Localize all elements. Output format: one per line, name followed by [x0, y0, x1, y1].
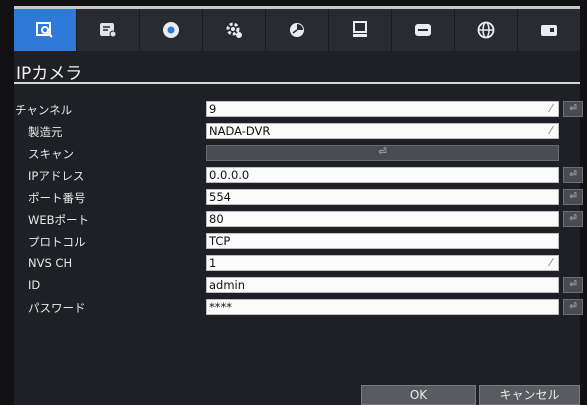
web-port-label: WEBポート [28, 213, 90, 227]
row-port: ポート番号 554 ⏎ [0, 189, 587, 207]
nvs-ch-label: NVS CH [28, 256, 73, 270]
ip-value: 0.0.0.0 [209, 168, 250, 182]
channel-apply-button[interactable]: ⏎ [563, 101, 583, 117]
dialog-frame: IPカメラ チャンネル 9 ⁄ ⏎ 製造元 NADA-DVR ⁄ スキャン ⏎ … [0, 0, 587, 405]
id-value: admin [209, 278, 246, 292]
maker-value: NADA-DVR [209, 124, 271, 138]
ip-field[interactable]: 0.0.0.0 [206, 167, 559, 183]
nvs-ch-field[interactable]: 1 ⁄ [206, 255, 559, 271]
password-value: **** [209, 300, 232, 314]
port-field[interactable]: 554 [206, 189, 559, 205]
port-apply-button[interactable]: ⏎ [563, 189, 583, 205]
record-settings-icon[interactable] [77, 9, 140, 51]
display-icon[interactable] [392, 9, 455, 51]
nvs-ch-value: 1 [209, 256, 217, 270]
ip-apply-button[interactable]: ⏎ [563, 167, 583, 183]
ok-button[interactable]: OK [361, 385, 476, 405]
row-password: パスワード **** ⏎ [0, 299, 587, 317]
row-protocol: プロトコル TCP [0, 233, 587, 251]
password-field[interactable]: **** [206, 299, 559, 315]
id-label: ID [28, 278, 41, 292]
row-nvs-ch: NVS CH 1 ⁄ [0, 255, 587, 273]
title-divider [14, 82, 580, 84]
cancel-button[interactable]: キャンセル [479, 385, 580, 405]
ip-label: IPアドレス [28, 169, 85, 183]
edit-icon: ⁄ [550, 102, 552, 115]
web-port-field[interactable]: 80 [206, 211, 559, 227]
page-title: IPカメラ [16, 64, 83, 84]
channel-label: チャンネル [15, 103, 73, 117]
scan-label: スキャン [28, 147, 74, 161]
toolbar [14, 9, 580, 51]
row-ip: IPアドレス 0.0.0.0 ⏎ [0, 167, 587, 185]
settings-gear-icon[interactable] [203, 9, 266, 51]
system-icon[interactable] [518, 9, 580, 51]
camera-search-icon[interactable] [14, 9, 77, 51]
scan-button[interactable]: ⏎ [206, 145, 559, 161]
schedule-clock-icon[interactable] [266, 9, 329, 51]
row-web-port: WEBポート 80 ⏎ [0, 211, 587, 229]
protocol-field[interactable]: TCP [206, 233, 559, 249]
row-id: ID admin ⏎ [0, 277, 587, 295]
edit-icon: ⁄ [550, 124, 552, 137]
password-label: パスワード [28, 301, 86, 315]
row-channel: チャンネル 9 ⁄ ⏎ [0, 101, 587, 119]
web-port-value: 80 [209, 212, 224, 226]
protocol-value: TCP [209, 234, 231, 248]
row-scan: スキャン ⏎ [0, 145, 587, 163]
edit-icon: ⁄ [550, 256, 552, 269]
channel-field[interactable]: 9 ⁄ [206, 101, 559, 117]
maker-label: 製造元 [28, 125, 63, 139]
protocol-label: プロトコル [28, 235, 86, 249]
network-computer-icon[interactable] [329, 9, 392, 51]
password-apply-button[interactable]: ⏎ [563, 299, 583, 315]
globe-icon[interactable] [455, 9, 518, 51]
port-value: 554 [209, 190, 231, 204]
web-port-apply-button[interactable]: ⏎ [563, 211, 583, 227]
id-field[interactable]: admin [206, 277, 559, 293]
maker-field[interactable]: NADA-DVR ⁄ [206, 123, 559, 139]
channel-value: 9 [209, 102, 217, 116]
row-maker: 製造元 NADA-DVR ⁄ [0, 123, 587, 141]
port-label: ポート番号 [28, 191, 86, 205]
record-icon[interactable] [140, 9, 203, 51]
id-apply-button[interactable]: ⏎ [563, 277, 583, 293]
